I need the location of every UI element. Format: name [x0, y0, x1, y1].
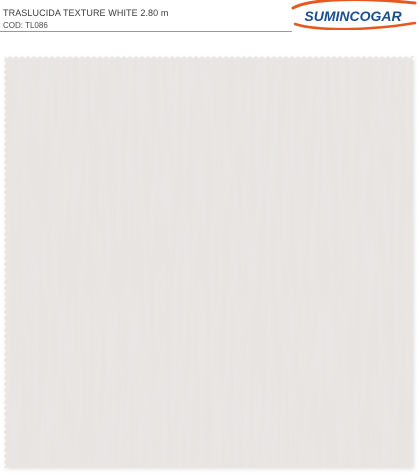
fabric-swatch — [4, 56, 415, 470]
product-code: COD: TL086 — [3, 21, 48, 30]
header-divider — [0, 31, 292, 32]
logo-wordmark: SUMINCOGAR — [304, 8, 402, 24]
product-title: TRASLUCIDA TEXTURE WHITE 2.80 m — [3, 8, 169, 18]
swatch-fabric — [4, 56, 414, 468]
sumincogar-logo: SUMINCOGAR — [291, 0, 417, 30]
logo-swoosh-top — [291, 0, 417, 10]
